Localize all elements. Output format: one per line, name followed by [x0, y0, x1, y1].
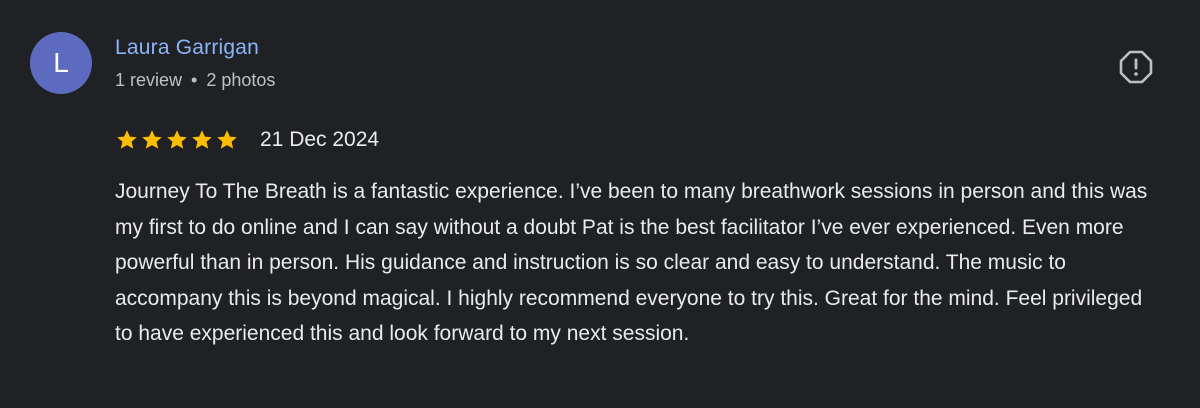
rating-row: 21 Dec 2024	[115, 125, 379, 155]
avatar-initial: L	[53, 47, 69, 78]
report-icon	[1118, 49, 1154, 90]
review-text: Journey To The Breath is a fantastic exp…	[115, 180, 1148, 345]
star-icon	[167, 130, 187, 149]
star-rating	[115, 128, 239, 152]
avatar[interactable]: L	[30, 32, 92, 94]
review-count: 1 review	[115, 70, 183, 90]
photo-count: 2 photos	[206, 70, 276, 90]
meta-separator: •	[191, 70, 198, 90]
star-icon	[142, 130, 162, 149]
review-date: 21 Dec 2024	[260, 128, 380, 151]
star-icon	[117, 130, 137, 149]
star-icon	[217, 130, 237, 149]
review-card: L Laura Garrigan 1 review • 2 photos 21 …	[0, 0, 1200, 408]
reviewer-name-link[interactable]: Laura Garrigan	[115, 36, 259, 60]
report-button[interactable]	[1118, 49, 1154, 90]
star-icon	[192, 130, 212, 149]
reviewer-meta: 1 review • 2 photos	[115, 70, 275, 91]
